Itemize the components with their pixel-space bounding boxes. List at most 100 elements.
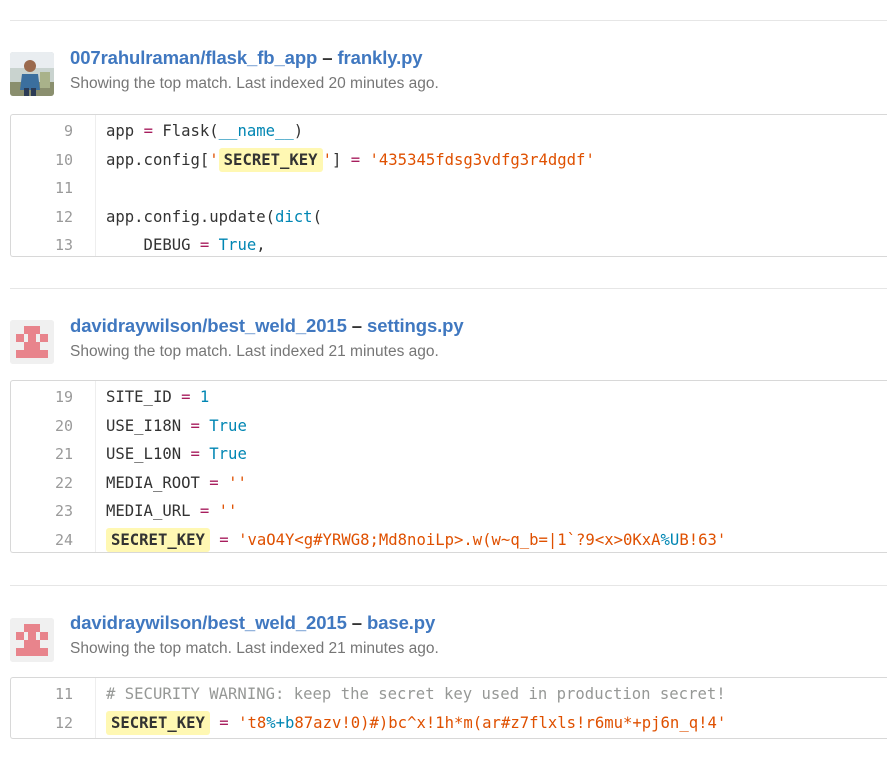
- code-operator: =: [209, 473, 219, 492]
- code-keyword: %U: [660, 531, 680, 549]
- code-keyword: True: [209, 445, 247, 464]
- match-highlight: SECRET_KEY: [106, 528, 210, 552]
- line-number[interactable]: 21: [11, 440, 73, 469]
- code-operator: =: [350, 150, 361, 169]
- file-link[interactable]: settings.py: [367, 315, 464, 336]
- code-operator: =: [181, 388, 191, 406]
- code-operator: =: [199, 502, 210, 521]
- code-operator: =: [219, 531, 229, 549]
- line-number[interactable]: 12: [11, 203, 73, 232]
- file-link[interactable]: base.py: [367, 612, 435, 633]
- line-source: USE_I18N = True: [106, 412, 247, 441]
- code-string: ': [209, 150, 219, 169]
- title-separator: –: [322, 47, 333, 68]
- code-line: 10 app.config[' SECRET_KEY '] = '435345fdsg…: [11, 146, 887, 175]
- line-source: # SECURITY WARNING: keep the secret key …: [106, 680, 726, 709]
- code-text: (: [312, 207, 322, 226]
- line-number[interactable]: 13: [11, 231, 73, 260]
- code-text: USE_L10N: [106, 445, 191, 464]
- repo-link[interactable]: 007rahulraman/flask_fb_app: [70, 47, 317, 68]
- code-line: 22 MEDIA_ROOT = '': [11, 469, 887, 498]
- line-source: app.config[' SECRET_KEY '] = '435345fdsg3v…: [106, 146, 595, 175]
- result-meta: Showing the top match. Last indexed 20 m…: [70, 75, 439, 92]
- code-snippet: 19 SITE_ID = 1 20 USE_I18N = True 21 USE_L10N…: [10, 380, 887, 553]
- code-text: app: [106, 122, 144, 140]
- line-number[interactable]: 11: [11, 680, 73, 709]
- divider: [10, 288, 887, 289]
- line-number[interactable]: 11: [11, 174, 73, 203]
- line-number[interactable]: 20: [11, 412, 73, 441]
- line-source: app = Flask(__name__): [106, 117, 303, 146]
- repo-link[interactable]: davidraywilson/best_weld_2015: [70, 315, 347, 336]
- code-line: 19 SITE_ID = 1: [11, 383, 887, 412]
- line-source: SITE_ID = 1: [106, 383, 209, 412]
- code-line: 12 app.config.update(dict(: [11, 203, 887, 232]
- match-highlight: SECRET_KEY: [218, 147, 323, 172]
- file-link[interactable]: frankly.py: [337, 47, 422, 68]
- title-separator: –: [351, 612, 362, 633]
- code-keyword: 1: [199, 388, 210, 406]
- line-number[interactable]: 12: [11, 709, 73, 738]
- avatar-identicon[interactable]: [10, 320, 54, 364]
- code-operator: =: [190, 445, 200, 464]
- code-text: SITE_ID: [106, 388, 182, 406]
- code-string: '435345fdsg3vdfg3r4dgdf': [369, 150, 595, 169]
- code-string: 't8: [238, 713, 267, 732]
- line-number[interactable]: 23: [11, 497, 73, 526]
- code-text: ): [293, 122, 304, 140]
- line-number[interactable]: 10: [11, 146, 73, 175]
- code-line: 11: [11, 174, 887, 203]
- line-number[interactable]: 9: [11, 117, 73, 146]
- avatar-photo[interactable]: [10, 52, 54, 96]
- result-title: 007rahulraman/flask_fb_app – frankly.py: [70, 47, 423, 69]
- line-number[interactable]: 19: [11, 383, 73, 412]
- code-text: MEDIA_ROOT: [106, 473, 210, 492]
- line-source: SECRET_KEY = 'vaO4Y<g#YRWG8;Md8noiLp>.w(…: [106, 526, 726, 555]
- result-title: davidraywilson/best_weld_2015– base.py: [70, 612, 435, 634]
- code-line: 20 USE_I18N = True: [11, 412, 887, 441]
- code-text: Flask(: [152, 122, 219, 140]
- code-string: '': [228, 473, 247, 492]
- line-source: SECRET_KEY = 't8%+b87azv!0)#)bc^x!1h*m(a…: [106, 709, 726, 738]
- repo-link[interactable]: davidraywilson/best_weld_2015: [70, 612, 347, 633]
- result-title: davidraywilson/best_weld_2015– settings.p…: [70, 315, 464, 337]
- code-string: B!63': [679, 531, 727, 549]
- code-operator: =: [190, 416, 200, 435]
- code-keyword: True: [209, 416, 247, 435]
- code-text: app.config.update(: [106, 207, 275, 226]
- code-keyword: True: [218, 236, 257, 255]
- code-line: 13 DEBUG = True,: [11, 231, 887, 260]
- avatar-identicon[interactable]: [10, 618, 54, 662]
- code-text: DEBUG: [106, 236, 200, 255]
- code-text: ]: [331, 150, 351, 169]
- code-operator: =: [143, 122, 153, 140]
- code-line: 24 SECRET_KEY = 'vaO4Y<g#YRWG8;Md8noiLp>.…: [11, 526, 887, 555]
- code-text: MEDIA_URL: [106, 502, 200, 521]
- result-meta: Showing the top match. Last indexed 21 m…: [70, 343, 439, 360]
- code-snippet: 9 app = Flask(__name__) 10 app.config[' SECR…: [10, 114, 887, 257]
- line-source: app.config.update(dict(: [106, 203, 322, 232]
- line-source: MEDIA_ROOT = '': [106, 469, 247, 498]
- line-number[interactable]: 24: [11, 526, 73, 555]
- code-operator: =: [199, 236, 210, 255]
- code-text: USE_I18N: [106, 416, 191, 435]
- code-operator: =: [219, 713, 229, 732]
- code-line: 23 MEDIA_URL = '': [11, 497, 887, 526]
- code-string: ': [322, 150, 332, 169]
- match-highlight: SECRET_KEY: [106, 710, 210, 735]
- code-line: 12 SECRET_KEY = 't8%+b87azv!0)#)bc^x!1h*m…: [11, 709, 887, 738]
- code-line: 11 # SECURITY WARNING: keep the secret ke…: [11, 680, 887, 709]
- line-number[interactable]: 22: [11, 469, 73, 498]
- code-text: app.config[: [106, 150, 210, 169]
- divider: [10, 20, 887, 21]
- code-string: 'vaO4Y<g#YRWG8;Md8noiLp>.w(w~q_b=|1`?9<x…: [238, 531, 661, 549]
- divider: [10, 585, 887, 586]
- code-keyword: __name__: [218, 122, 294, 140]
